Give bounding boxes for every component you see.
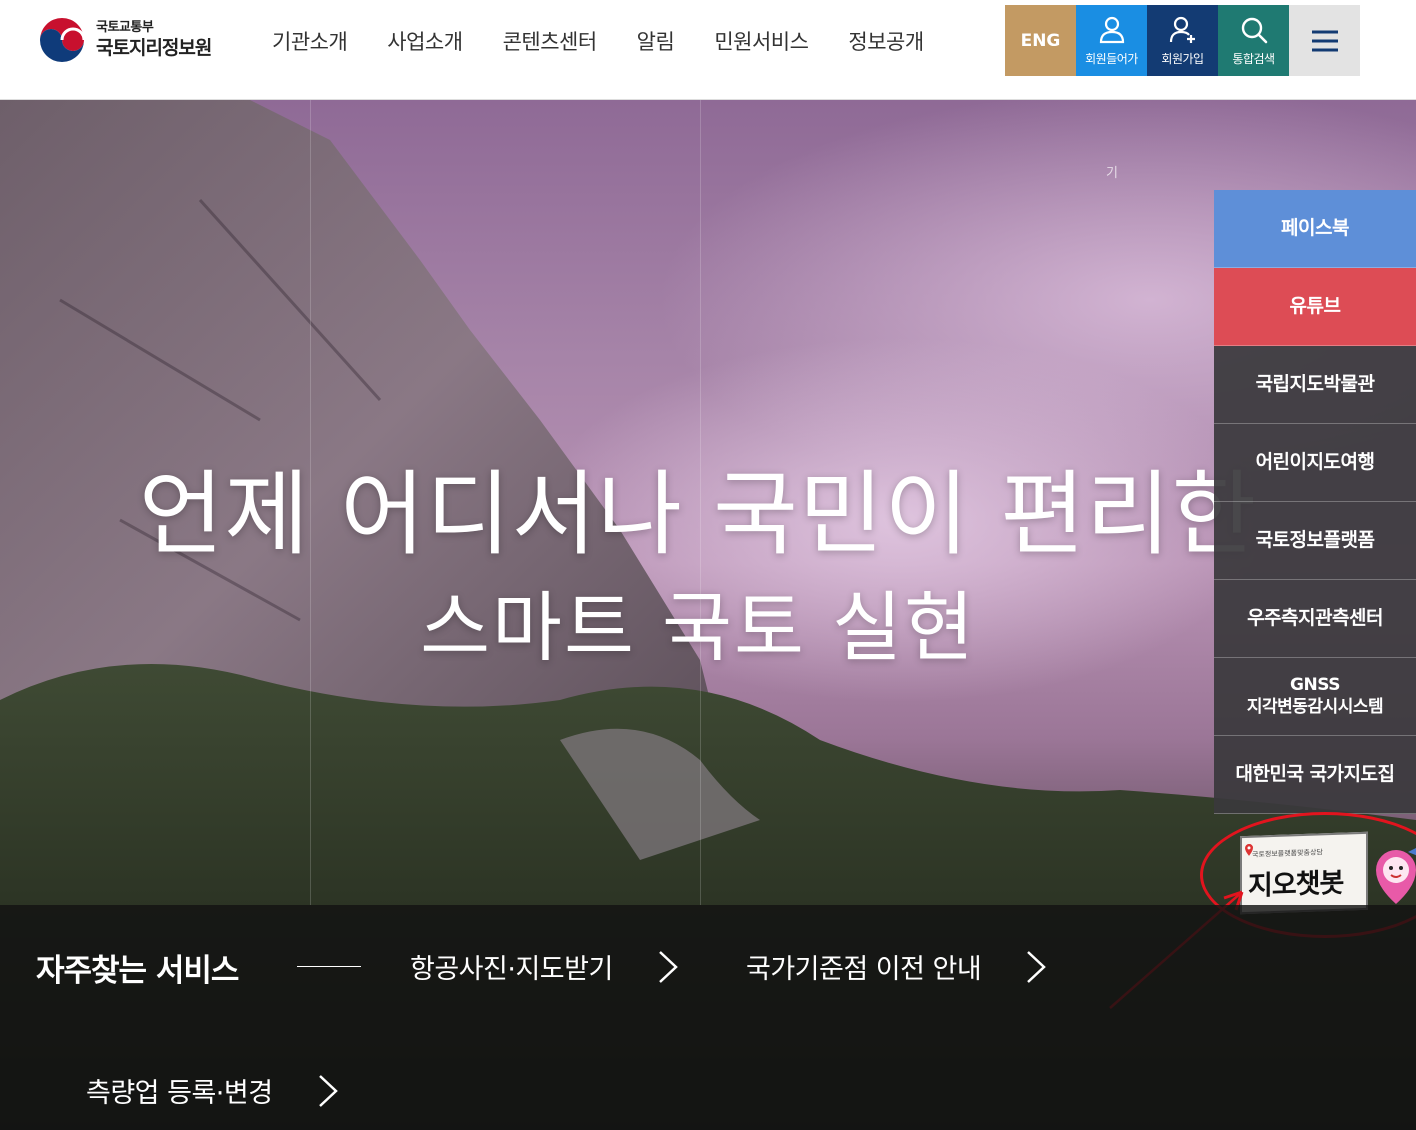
youtube-link[interactable]: 유튜브 (1214, 268, 1416, 346)
nav-item-civil-service[interactable]: 민원서비스 (694, 22, 828, 62)
control-point-relocation-link[interactable]: 국가기준점 이전 안내 (746, 947, 1047, 986)
chevron-right-icon (1027, 950, 1047, 983)
slogan-line-2: 스마트 국토 실현 (420, 583, 976, 672)
utility-buttons: ENG 회원들어가 회원가입 통합검색 (1005, 5, 1360, 76)
logo-agency-name: 국토지리정보원 (96, 36, 212, 59)
english-label: ENG (1020, 30, 1061, 51)
gnss-sub-label: 지각변동감시시스템 (1246, 696, 1384, 717)
hero-marker-text: 기 (1106, 166, 1118, 181)
login-label: 회원들어가 (1085, 51, 1138, 66)
chevron-right-icon (658, 950, 678, 983)
person-add-icon (1169, 16, 1195, 43)
frequent-services-bar: 자주찾는 서비스 항공사진·지도받기 국가기준점 이전 안내 측량업 등록·변경 (0, 905, 1416, 1130)
site-logo[interactable]: 국토교통부 국토지리정보원 (36, 14, 236, 66)
quick-link-panel: 페이스북 유튜브 국립지도박물관 어린이지도여행 국토정보플랫폼 우주측지관측센… (1214, 190, 1416, 814)
english-button[interactable]: ENG (1005, 5, 1076, 76)
nav-item-about[interactable]: 기관소개 (252, 22, 367, 62)
chatbot-title: 지오챗봇 (1248, 867, 1344, 902)
title-divider (297, 966, 361, 967)
hamburger-icon (1311, 30, 1338, 51)
search-icon (1241, 17, 1267, 43)
chevron-right-icon (318, 1074, 338, 1107)
gnss-label: GNSS (1290, 675, 1340, 696)
slogan-line-1: 언제 어디서나 국민이 편리한 (138, 461, 1258, 568)
nav-item-notice[interactable]: 알림 (617, 22, 695, 62)
person-icon (1099, 16, 1124, 43)
land-info-platform-link[interactable]: 국토정보플랫폼 (1214, 502, 1416, 580)
national-map-museum-link[interactable]: 국립지도박물관 (1214, 346, 1416, 424)
kids-map-travel-link[interactable]: 어린이지도여행 (1214, 424, 1416, 502)
link-label: 국가기준점 이전 안내 (746, 954, 982, 985)
aerial-photo-map-download-link[interactable]: 항공사진·지도받기 (410, 947, 679, 986)
nav-item-contents[interactable]: 콘텐츠센터 (483, 22, 617, 62)
join-label: 회원가입 (1161, 51, 1204, 66)
main-navigation: 기관소개 사업소개 콘텐츠센터 알림 민원서비스 정보공개 (252, 22, 944, 62)
search-label: 통합검색 (1232, 51, 1275, 66)
frequent-services-title: 자주찾는 서비스 (36, 953, 239, 989)
all-menu-button[interactable] (1289, 5, 1360, 76)
site-header: 국토교통부 국토지리정보원 기관소개 사업소개 콘텐츠센터 알림 민원서비스 정… (0, 0, 1416, 100)
nav-item-business[interactable]: 사업소개 (367, 22, 482, 62)
facebook-link[interactable]: 페이스북 (1214, 190, 1416, 268)
gnss-monitoring-link[interactable]: GNSS 지각변동감시시스템 (1214, 658, 1416, 736)
link-label: 항공사진·지도받기 (410, 954, 613, 985)
survey-business-registration-link[interactable]: 측량업 등록·변경 (86, 1071, 339, 1110)
logo-ministry-name: 국토교통부 (96, 20, 154, 36)
login-button[interactable]: 회원들어가 (1076, 5, 1147, 76)
join-button[interactable]: 회원가입 (1147, 5, 1218, 76)
integrated-search-button[interactable]: 통합검색 (1218, 5, 1289, 76)
chatbot-subtitle: 국토정보플랫폼맞춤상담 (1252, 848, 1323, 859)
space-geodetic-center-link[interactable]: 우주측지관측센터 (1214, 580, 1416, 658)
nav-item-disclosure[interactable]: 정보공개 (828, 22, 943, 62)
geo-chatbot-button[interactable]: 국토정보플랫폼맞춤상담 지오챗봇 (1232, 830, 1416, 916)
link-label: 측량업 등록·변경 (86, 1078, 273, 1109)
hero-slogan: 언제 어디서나 국민이 편리한 스마트 국토 실현 (0, 460, 1396, 678)
government-emblem-icon (38, 16, 86, 64)
national-atlas-link[interactable]: 대한민국 국가지도집 (1214, 736, 1416, 814)
chatbot-mascot-icon (1376, 848, 1416, 904)
chatbot-map-card: 국토정보플랫폼맞춤상담 지오챗봇 (1240, 831, 1368, 915)
